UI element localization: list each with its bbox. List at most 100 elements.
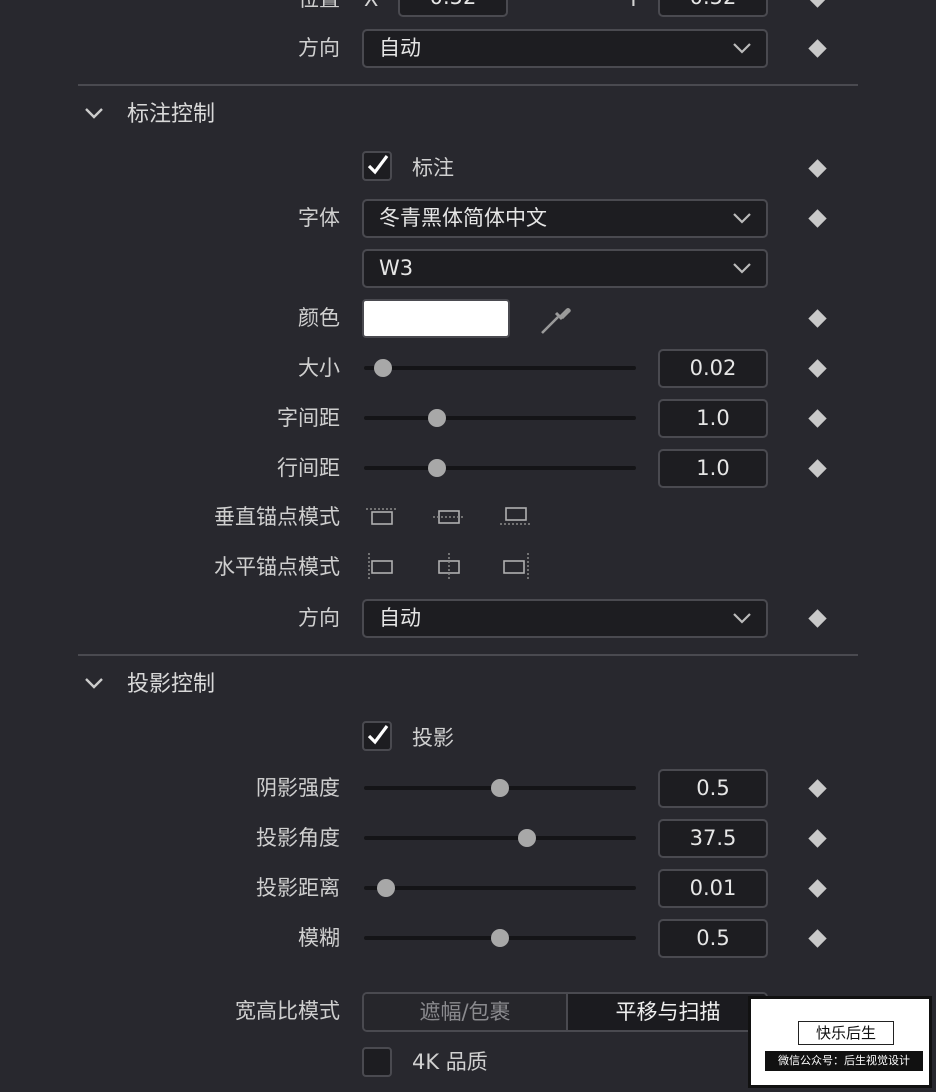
anchor-center-icon[interactable]	[431, 552, 467, 582]
shadow-checkbox[interactable]	[362, 721, 392, 751]
shadow-strength-input[interactable]: 0.5	[658, 769, 768, 808]
tracking-label: 字间距	[277, 406, 340, 430]
checkmark-icon	[367, 155, 389, 175]
shadow-checkbox-label: 投影	[412, 726, 454, 750]
color-keyframe-diamond-icon[interactable]	[808, 309, 827, 328]
label-section-title: 标注控制	[127, 102, 216, 127]
position-y-input[interactable]: 0.52	[658, 0, 768, 17]
quality-4k-label: 4K 品质	[412, 1050, 488, 1074]
tracking-value: 1.0	[696, 406, 730, 430]
direction-top-value: 自动	[379, 36, 421, 60]
shadow-angle-input[interactable]: 37.5	[658, 819, 768, 858]
position-y-value: 0.52	[690, 0, 737, 9]
tracking-slider[interactable]	[364, 403, 636, 433]
blur-keyframe-diamond-icon[interactable]	[808, 929, 827, 948]
slider-thumb[interactable]	[491, 929, 509, 947]
label-keyframe-diamond-icon[interactable]	[808, 159, 827, 178]
chevron-down-icon	[733, 213, 751, 224]
shadow-distance-slider[interactable]	[364, 873, 636, 903]
leading-input[interactable]: 1.0	[658, 449, 768, 488]
position-x-value: 0.52	[430, 0, 477, 9]
shadow-angle-value: 37.5	[689, 826, 737, 850]
aspect-option-pan-scan[interactable]: 平移与扫描	[566, 994, 766, 1030]
watermark-title: 快乐后生	[798, 1021, 894, 1045]
direction-top-select[interactable]: 自动	[362, 29, 768, 68]
slider-thumb[interactable]	[428, 409, 447, 427]
tracking-keyframe-diamond-icon[interactable]	[808, 409, 827, 428]
shadow-section-title: 投影控制	[127, 672, 216, 697]
font-family-select[interactable]: 冬青黑体简体中文	[362, 199, 768, 238]
section-divider	[78, 654, 858, 656]
blur-input[interactable]: 0.5	[658, 919, 768, 958]
slider-thumb[interactable]	[376, 879, 395, 897]
font-weight-select[interactable]: W3	[362, 249, 768, 288]
position-x-label: X	[364, 0, 378, 14]
label-checkbox[interactable]	[362, 151, 392, 181]
label-direction-select[interactable]: 自动	[362, 599, 768, 638]
leading-slider[interactable]	[364, 453, 636, 483]
label-direction-label: 方向	[298, 606, 340, 630]
shadow-distance-keyframe-diamond-icon[interactable]	[808, 879, 827, 898]
slider-thumb[interactable]	[491, 779, 509, 797]
shadow-strength-slider[interactable]	[364, 773, 636, 803]
size-slider[interactable]	[364, 353, 636, 383]
anchor-middle-icon[interactable]	[431, 502, 467, 532]
chevron-down-icon	[733, 613, 751, 624]
leading-value: 1.0	[696, 456, 730, 480]
shadow-angle-label: 投影角度	[256, 826, 340, 850]
direction-top-label: 方向	[298, 36, 340, 60]
size-label: 大小	[298, 356, 340, 380]
shadow-section-header[interactable]: 投影控制	[84, 669, 215, 701]
anchor-left-icon[interactable]	[364, 552, 400, 582]
slider-track	[364, 416, 636, 420]
size-value: 0.02	[689, 356, 737, 380]
slider-thumb[interactable]	[518, 829, 537, 847]
chevron-down-icon	[733, 263, 751, 274]
quality-4k-checkbox[interactable]	[362, 1047, 392, 1077]
shadow-strength-keyframe-diamond-icon[interactable]	[808, 779, 827, 798]
label-direction-value: 自动	[379, 606, 421, 630]
shadow-angle-keyframe-diamond-icon[interactable]	[808, 829, 827, 848]
horizontal-anchor-label: 水平锚点模式	[214, 555, 340, 579]
font-family-value: 冬青黑体简体中文	[379, 206, 547, 230]
anchor-top-icon[interactable]	[364, 502, 400, 532]
size-input[interactable]: 0.02	[658, 349, 768, 388]
position-y-label: Y	[627, 0, 640, 14]
slider-thumb[interactable]	[428, 459, 447, 477]
blur-slider[interactable]	[364, 923, 636, 953]
leading-keyframe-diamond-icon[interactable]	[808, 459, 827, 478]
font-keyframe-diamond-icon[interactable]	[808, 209, 827, 228]
label-checkbox-label: 标注	[412, 156, 454, 180]
watermark-subtitle: 微信公众号：后生视觉设计	[765, 1051, 923, 1071]
chevron-down-icon	[85, 678, 103, 689]
tracking-input[interactable]: 1.0	[658, 399, 768, 438]
anchor-right-icon[interactable]	[498, 552, 534, 582]
shadow-angle-slider[interactable]	[364, 823, 636, 853]
position-keyframe-diamond-icon[interactable]	[808, 0, 827, 8]
blur-label: 模糊	[298, 926, 340, 950]
vertical-anchor-label: 垂直锚点模式	[214, 505, 340, 529]
label-direction-keyframe-diamond-icon[interactable]	[808, 609, 827, 628]
chevron-down-icon	[733, 43, 751, 54]
direction-top-keyframe-diamond-icon[interactable]	[808, 39, 827, 58]
anchor-bottom-icon[interactable]	[498, 502, 534, 532]
size-keyframe-diamond-icon[interactable]	[808, 359, 827, 378]
label-section-header[interactable]: 标注控制	[84, 99, 215, 131]
color-label: 颜色	[298, 306, 340, 330]
aspect-option-letterbox[interactable]: 遮幅/包裹	[364, 994, 566, 1030]
chevron-down-icon	[85, 108, 103, 119]
watermark-stamp: 快乐后生 微信公众号：后生视觉设计	[748, 996, 932, 1088]
shadow-distance-input[interactable]: 0.01	[658, 869, 768, 908]
slider-track	[364, 836, 636, 840]
shadow-distance-value: 0.01	[689, 876, 737, 900]
position-x-input[interactable]: 0.52	[398, 0, 508, 17]
font-weight-value: W3	[379, 256, 414, 280]
slider-thumb[interactable]	[374, 359, 393, 377]
eyedropper-icon[interactable]	[538, 303, 572, 337]
font-label: 字体	[298, 206, 340, 230]
aspect-mode-segmented-control[interactable]: 遮幅/包裹 平移与扫描	[362, 992, 768, 1032]
checkmark-icon	[367, 725, 389, 745]
shadow-strength-value: 0.5	[696, 776, 730, 800]
blur-value: 0.5	[696, 926, 730, 950]
color-swatch[interactable]	[362, 299, 510, 338]
